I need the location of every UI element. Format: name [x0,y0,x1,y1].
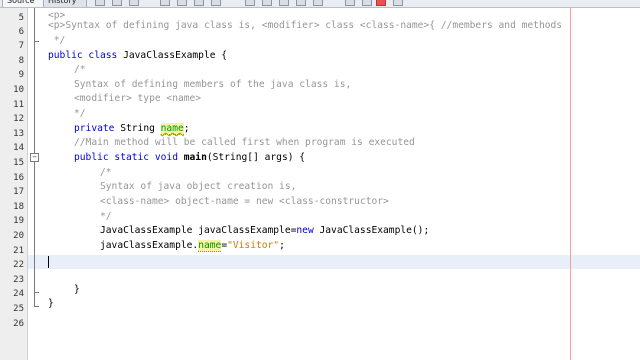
code-line-9[interactable]: /* [74,63,86,77]
fold-toggle-main-icon[interactable]: − [30,153,39,162]
line-number: 6 [18,27,24,37]
semicolon: ; [183,123,190,134]
line-number: 23 [13,275,24,285]
line-number: 16 [13,173,24,183]
forward-icon[interactable] [112,0,122,6]
code-line-7[interactable]: */ [48,34,66,48]
fold-end-main [34,292,39,293]
keyword: public class [48,50,118,61]
keyword: public static void [74,152,178,163]
highlight-icon[interactable] [211,0,221,6]
editor-toolbar: Source History [0,0,640,8]
code-line-21[interactable]: javaClassExample.name="Visitor"; [100,239,285,253]
fold-end-javadoc [34,41,39,42]
tab-history[interactable]: History [43,0,87,7]
line-number: 13 [13,129,24,139]
code-line-24[interactable]: } [74,283,80,297]
code-line-18[interactable]: <class-name> object-name = new <class-co… [100,195,389,209]
line-number: 25 [13,304,24,314]
line-number: 21 [13,246,24,256]
code-line-19[interactable]: */ [100,210,112,224]
method-name: main [177,152,207,163]
declaration: JavaClassExample javaClassExample= [100,225,297,236]
code-line-6[interactable]: <p>Syntax of defining java class is, <mo… [48,19,562,33]
search-icon[interactable] [160,0,170,6]
code-line-20[interactable]: JavaClassExample javaClassExample=new Ja… [100,224,429,238]
next-bookmark-icon[interactable] [279,0,289,6]
previous-bookmark-icon[interactable] [262,0,272,6]
line-number: 17 [13,187,24,197]
toggle-bookmark-icon[interactable] [245,0,255,6]
line-number: 26 [13,319,24,329]
line-number-gutter: 5 6 7 8 9 10 11 12 13 14 15 16 17 18 19 … [0,8,28,360]
code-line-15[interactable]: public static void main(String[] args) { [74,151,305,165]
line-number: 15 [13,158,24,168]
back-icon[interactable] [95,0,105,6]
field-name-highlighted: name [198,240,222,252]
code-line-17[interactable]: Syntax of java object creation is, [100,180,296,194]
code-line-13[interactable]: private String name; [74,122,190,136]
last-edit-icon[interactable] [129,0,139,6]
shift-right-icon[interactable] [313,0,323,6]
fold-end-class [34,306,39,307]
tab-source[interactable]: Source [2,0,46,7]
line-number: 7 [18,41,24,51]
shift-left-icon[interactable] [296,0,306,6]
fold-guide-main [34,162,35,292]
line-number: 19 [13,216,24,226]
code-line-11[interactable]: <modifier> type <name> [74,92,201,106]
line-number: 8 [18,56,24,66]
keyword: new [296,225,314,236]
line-number: 10 [13,85,24,95]
line-number: 11 [13,100,24,110]
line-number: 5 [18,13,24,23]
code-line-12[interactable]: */ [74,107,86,121]
code-line-8[interactable]: public class JavaClassExample { [48,49,227,63]
keyword: private [74,123,115,134]
line-number: 18 [13,202,24,212]
comment-icon[interactable] [345,0,355,6]
field-name-highlighted: name [160,123,184,135]
type-name: String [114,123,161,134]
find-previous-icon[interactable] [177,0,187,6]
line-number: 12 [13,114,24,124]
constructor-call: JavaClassExample(); [313,225,430,236]
code-line-26[interactable]: } [48,297,54,311]
line-number: 14 [13,143,24,153]
class-declaration: JavaClassExample { [117,50,228,61]
line-number: 22 [13,260,24,270]
string-literal: "Visitor" [227,240,280,251]
code-line-10[interactable]: Syntax of defining members of the java c… [74,78,351,92]
line-number: 24 [13,289,24,299]
current-line-highlight [28,255,640,269]
method-params: (String[] args) { [206,152,306,163]
stop-macro-icon[interactable] [393,0,403,6]
text-cursor [48,256,49,268]
right-margin-guide [570,8,571,360]
object-ref: javaClassExample. [100,240,199,251]
line-number: 20 [13,231,24,241]
record-macro-icon[interactable] [376,0,386,6]
code-line-16[interactable]: /* [100,166,112,180]
code-line-14[interactable]: //Main method will be called first when … [74,136,415,150]
uncomment-icon[interactable] [362,0,372,6]
find-next-icon[interactable] [194,0,204,6]
semicolon: ; [279,240,285,251]
line-number: 9 [18,70,24,80]
